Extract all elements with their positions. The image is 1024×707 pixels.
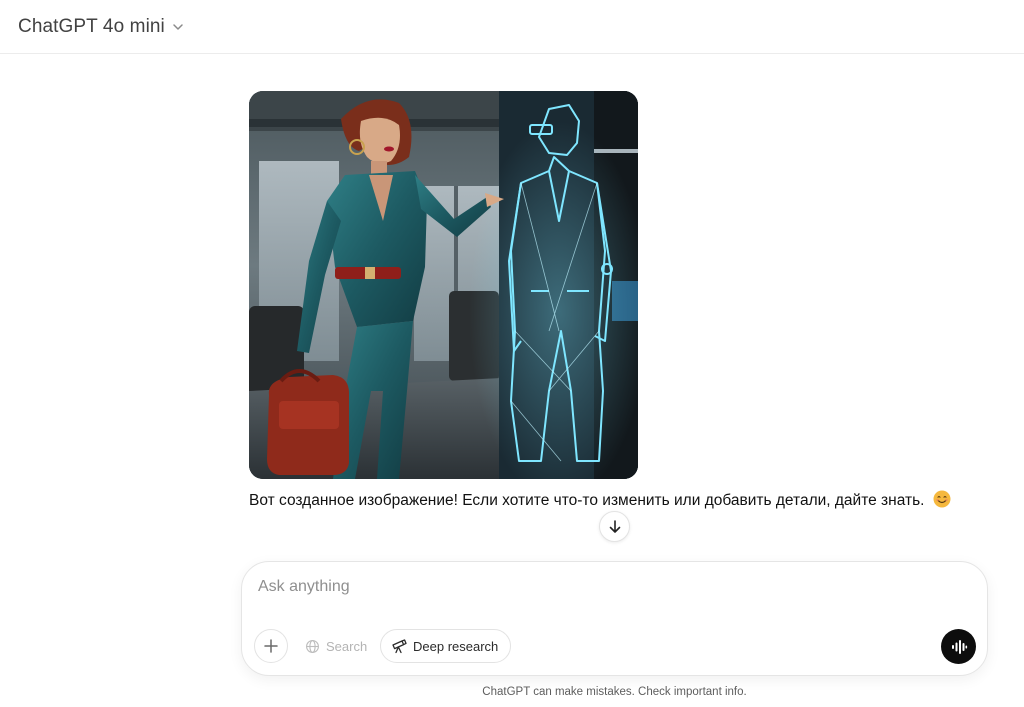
telescope-icon [392,639,407,654]
generated-image[interactable] [249,91,638,479]
deep-research-label: Deep research [413,638,499,654]
deep-research-button[interactable]: Deep research [380,629,512,663]
plus-icon [264,639,278,653]
assistant-message-text: Вот созданное изображение! Если хотите ч… [249,492,925,509]
model-selector[interactable]: ChatGPT 4o mini [10,10,193,44]
model-name: ChatGPT 4o mini [18,16,165,37]
top-bar: ChatGPT 4o mini [0,0,1024,54]
composer: Search Deep research [241,561,988,676]
smiling-face-icon [933,490,951,508]
search-button[interactable]: Search [294,629,380,663]
chevron-down-icon [173,24,183,30]
prompt-input[interactable] [258,574,958,600]
disclaimer-text: ChatGPT can make mistakes. Check importa… [482,686,747,698]
scroll-to-bottom-button[interactable] [599,511,630,542]
assistant-message: Вот созданное изображение! Если хотите ч… [249,490,969,512]
attach-button[interactable] [254,629,288,663]
arrow-down-icon [609,519,620,533]
generated-image-illustration [249,91,638,479]
voice-mode-button[interactable] [941,629,976,664]
voice-mode-icon [951,639,967,654]
search-label: Search [326,638,368,654]
globe-icon [306,639,319,653]
